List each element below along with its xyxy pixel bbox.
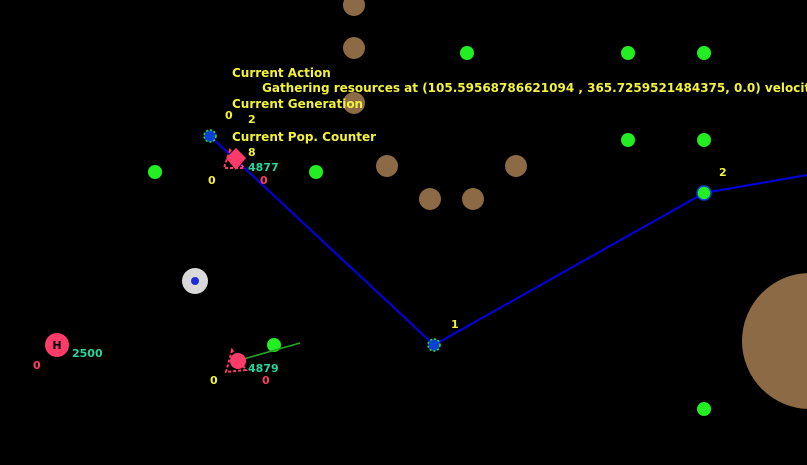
resource-node [343,0,365,16]
current-generation-label: Current Generation [232,97,364,111]
simulation-viewport[interactable]: H Current Action Gathering resources at … [0,0,807,465]
waypoint-2[interactable] [696,185,712,201]
home-base[interactable]: H [45,333,69,357]
world-canvas: H [45,0,807,416]
current-pop-value: 8 [248,146,256,159]
large-resource-node [742,273,807,409]
resource-node [343,37,365,59]
home-resource-value: 2500 [72,347,103,360]
food-pellet [697,133,711,147]
home-letter: H [52,339,61,352]
top-left-counter: 0 [225,109,233,122]
food-pellet [621,133,635,147]
food-pellet [697,402,711,416]
home-left-counter: 0 [33,359,41,372]
food-pellet [309,165,323,179]
current-pop-label: Current Pop. Counter [232,130,377,144]
agent-lower-left-counter: 0 [210,374,218,387]
agent-body-icon [230,353,246,369]
resource-node [505,155,527,177]
agent-upper-left-counter: 0 [208,174,216,187]
agent-upper-value: 4877 [248,161,279,174]
agent-lower-right-counter: 0 [262,374,270,387]
food-pellet [697,46,711,60]
agent-upper-right-counter: 0 [260,174,268,187]
food-pellet [460,46,474,60]
resource-node [376,155,398,177]
current-action-label: Current Action [232,66,331,80]
resource-nodes [343,0,807,409]
food-pellet [621,46,635,60]
waypoint-start[interactable] [203,129,217,143]
resource-node [419,188,441,210]
waypoint-2-label: 2 [719,166,727,179]
resource-node [462,188,484,210]
waypoint-1-label: 1 [451,318,459,331]
food-pellet [148,165,162,179]
current-action-text: Gathering resources at (105.595687866210… [262,81,807,95]
current-generation-value: 2 [248,113,256,126]
spawn-marker [182,268,208,294]
waypoint-1[interactable] [427,338,441,352]
